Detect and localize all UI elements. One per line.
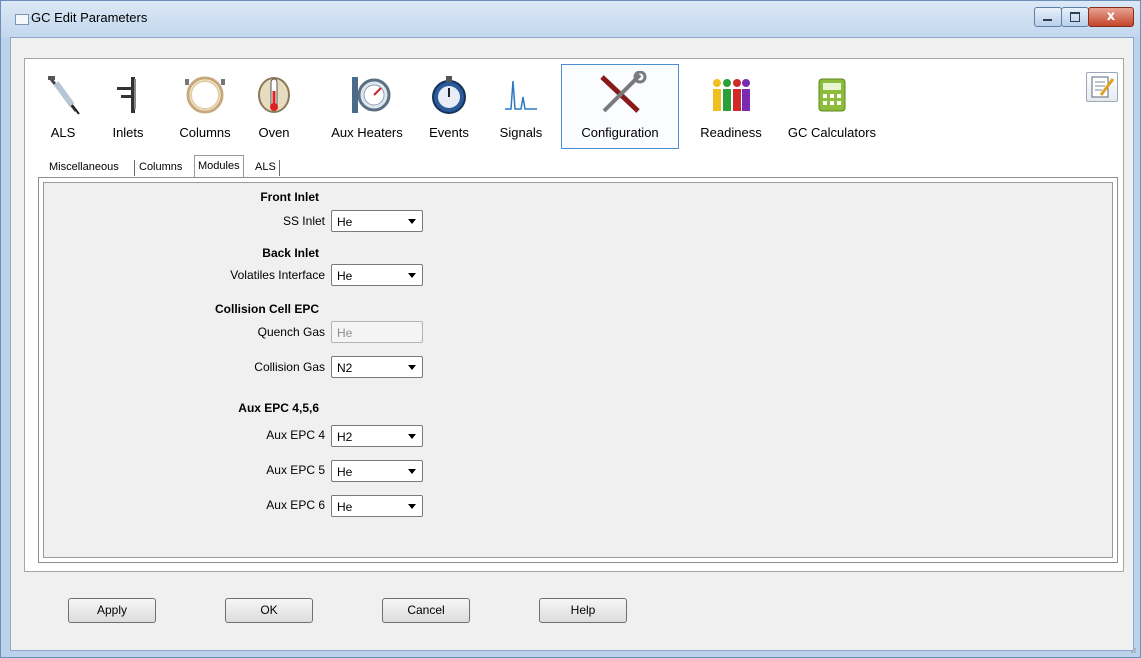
maximize-button[interactable] <box>1061 7 1089 27</box>
notes-edit-icon <box>1091 76 1115 98</box>
back-inlet-heading: Back Inlet <box>262 246 319 260</box>
toolbar-label-columns: Columns <box>179 125 231 140</box>
gauge-icon <box>352 77 391 113</box>
toolbar-item-events[interactable]: Events <box>425 64 473 149</box>
toolbar-label-aux-heaters: Aux Heaters <box>331 125 403 140</box>
aux-epc-6-select[interactable]: He <box>331 495 423 517</box>
syringe-icon <box>48 76 80 115</box>
collision-gas-label: Collision Gas <box>254 360 325 374</box>
toolbar-item-signals[interactable]: Signals <box>495 64 547 149</box>
inlet-icon <box>117 77 136 113</box>
ok-button[interactable]: OK <box>225 598 313 623</box>
tools-icon <box>600 71 647 113</box>
help-button[interactable]: Help <box>539 598 627 623</box>
close-button[interactable]: x <box>1088 7 1134 27</box>
gc-edit-parameters-window: GC Edit Parameters x ALS Inlets Columns … <box>0 0 1141 658</box>
aux-epc-5-value: He <box>337 465 353 479</box>
aux-epc-4-select[interactable]: H2 <box>331 425 423 447</box>
tab-modules[interactable]: Modules <box>194 155 244 178</box>
tab-als[interactable]: ALS <box>252 157 279 177</box>
chevron-down-icon <box>408 504 416 509</box>
calculator-icon <box>818 78 846 112</box>
toolbar-item-aux-heaters[interactable]: Aux Heaters <box>322 64 412 149</box>
cancel-button[interactable]: Cancel <box>382 598 470 623</box>
ss-inlet-label: SS Inlet <box>282 214 325 228</box>
quench-gas-value: He <box>337 326 353 340</box>
column-coil-icon <box>185 76 225 114</box>
maximize-icon <box>1070 12 1080 22</box>
aux-epc-6-label: Aux EPC 6 <box>266 498 325 512</box>
toolbar-item-als[interactable]: ALS <box>42 64 84 149</box>
toolbar-label-signals: Signals <box>499 125 543 140</box>
collision-gas-select[interactable]: N2 <box>331 356 423 378</box>
signal-peaks-icon <box>505 80 537 110</box>
toolbar-label-inlets: Inlets <box>112 125 144 140</box>
toolbar-label-configuration: Configuration <box>581 125 659 140</box>
chevron-down-icon <box>408 365 416 370</box>
chevron-down-icon <box>408 434 416 439</box>
aux-epc-6-value: He <box>337 500 353 514</box>
window-icon <box>15 14 29 25</box>
toolbar-item-inlets[interactable]: Inlets <box>107 64 149 149</box>
toolbar-label-readiness: Readiness <box>700 125 762 140</box>
toolbar-item-oven[interactable]: Oven <box>252 64 296 149</box>
window-controls: x <box>1034 7 1134 27</box>
close-icon: x <box>1106 9 1116 24</box>
quench-gas-label: Quench Gas <box>257 325 325 339</box>
volatiles-interface-gas-value: He <box>337 269 353 283</box>
resize-grip-icon[interactable] <box>1128 645 1136 653</box>
quench-gas-field: He <box>331 321 423 343</box>
readiness-people-icon <box>713 79 750 111</box>
collision-gas-value: N2 <box>337 361 353 375</box>
toolbar-label-als: ALS <box>50 125 76 140</box>
apply-button[interactable]: Apply <box>68 598 156 623</box>
stopwatch-icon <box>432 76 466 114</box>
chevron-down-icon <box>408 469 416 474</box>
ss-inlet-gas-value: He <box>337 215 353 229</box>
oven-icon <box>258 77 290 113</box>
toolbar-item-columns[interactable]: Columns <box>173 64 237 149</box>
title-bar[interactable]: GC Edit Parameters x <box>1 1 1140 37</box>
collision-cell-epc-heading: Collision Cell EPC <box>214 302 319 316</box>
chevron-down-icon <box>408 219 416 224</box>
toolbar-label-oven: Oven <box>258 125 290 140</box>
volatiles-interface-label: Volatiles Interface <box>230 268 325 282</box>
volatiles-interface-gas-select[interactable]: He <box>331 264 423 286</box>
minimize-icon <box>1043 19 1052 21</box>
toolbar-label-gc-calculators: GC Calculators <box>787 125 877 140</box>
minimize-button[interactable] <box>1034 7 1062 27</box>
aux-epc-5-label: Aux EPC 5 <box>266 463 325 477</box>
toolbar-item-readiness[interactable]: Readiness <box>699 64 763 149</box>
window-title: GC Edit Parameters <box>31 10 148 25</box>
chevron-down-icon <box>408 273 416 278</box>
tab-miscellaneous[interactable]: Miscellaneous <box>46 157 122 177</box>
tab-separator <box>279 160 280 176</box>
tab-separator <box>134 160 135 176</box>
front-inlet-heading: Front Inlet <box>260 190 319 204</box>
toolbar-item-gc-calculators[interactable]: GC Calculators <box>779 64 885 149</box>
toolbar-label-events: Events <box>429 125 469 140</box>
toolbar-item-configuration[interactable]: Configuration <box>561 64 679 149</box>
notes-button[interactable] <box>1086 72 1118 102</box>
ss-inlet-gas-select[interactable]: He <box>331 210 423 232</box>
aux-epc-5-select[interactable]: He <box>331 460 423 482</box>
tab-columns[interactable]: Columns <box>136 157 185 177</box>
aux-epc-4-value: H2 <box>337 430 353 444</box>
aux-epc-heading: Aux EPC 4,5,6 <box>238 401 319 415</box>
aux-epc-4-label: Aux EPC 4 <box>266 428 325 442</box>
